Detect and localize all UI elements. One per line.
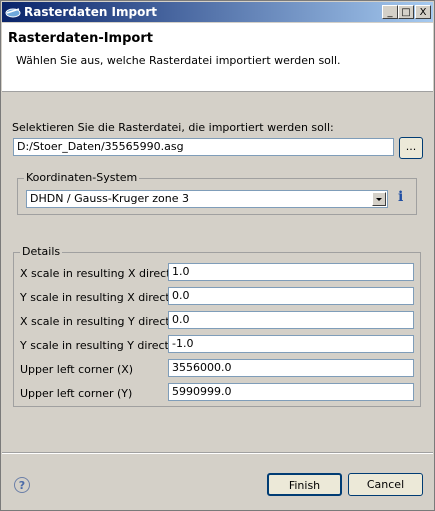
finish-button[interactable]: Finish — [267, 473, 342, 496]
crs-group-title: Koordinaten-System — [24, 171, 140, 184]
file-label: Selektieren Sie die Rasterdatei, die imp… — [12, 121, 334, 134]
maximize-icon: □ — [401, 7, 411, 18]
x-scale-x-input[interactable]: 1.0 — [168, 263, 414, 281]
close-button[interactable]: X — [415, 5, 431, 19]
title-bar: Rasterdaten Import _ □ X — [2, 2, 433, 22]
detail-label-x-scale-x: X scale in resulting X direction — [20, 267, 188, 280]
crs-group: Koordinaten-System DHDN / Gauss-Kruger z… — [17, 171, 417, 215]
y-scale-x-input[interactable]: 0.0 — [168, 287, 414, 305]
y-scale-y-input[interactable]: -1.0 — [168, 335, 414, 353]
close-icon: X — [419, 7, 427, 18]
crs-selected-value: DHDN / Gauss-Kruger zone 3 — [30, 192, 190, 205]
minimize-icon: _ — [387, 7, 393, 18]
maximize-button[interactable]: □ — [398, 5, 414, 19]
help-icon[interactable]: ? — [14, 477, 30, 493]
upper-left-x-input[interactable]: 3556000.0 — [168, 359, 414, 377]
footer-separator — [2, 452, 433, 454]
crs-select[interactable]: DHDN / Gauss-Kruger zone 3 — [26, 190, 388, 208]
wizard-header: Rasterdaten-Import Wählen Sie aus, welch… — [2, 23, 433, 92]
detail-label-x-scale-y: X scale in resulting Y direction — [20, 315, 187, 328]
details-group-title: Details — [20, 245, 63, 258]
x-scale-y-input[interactable]: 0.0 — [168, 311, 414, 329]
detail-label-upper-left-x: Upper left corner (X) — [20, 363, 134, 376]
info-icon[interactable]: i — [398, 189, 403, 205]
upper-left-y-input[interactable]: 5990999.0 — [168, 383, 414, 401]
detail-label-upper-left-y: Upper left corner (Y) — [20, 387, 133, 400]
window-title: Rasterdaten Import — [24, 5, 158, 19]
page-title: Rasterdaten-Import — [8, 31, 153, 46]
detail-label-y-scale-y: Y scale in resulting Y direction — [20, 339, 186, 352]
import-dialog: Rasterdaten Import _ □ X Rasterdaten-Imp… — [0, 0, 435, 511]
cancel-button[interactable]: Cancel — [348, 473, 423, 496]
app-icon — [5, 8, 21, 18]
page-description: Wählen Sie aus, welche Rasterdatei impor… — [16, 54, 341, 67]
chevron-down-icon[interactable] — [372, 192, 386, 206]
detail-label-y-scale-x: Y scale in resulting X direction — [20, 291, 187, 304]
minimize-button[interactable]: _ — [382, 5, 398, 19]
browse-button[interactable]: ... — [399, 137, 423, 159]
file-path-input[interactable]: D:/Stoer_Daten/35565990.asg — [13, 138, 394, 156]
